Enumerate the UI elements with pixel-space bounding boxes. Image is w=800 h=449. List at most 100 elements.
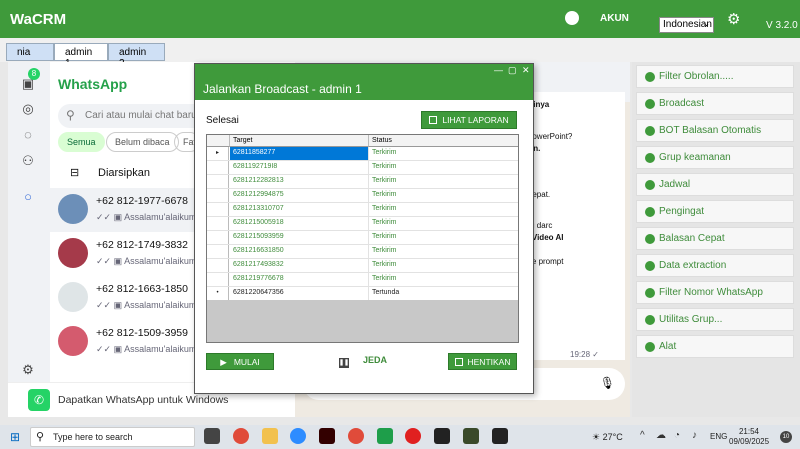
broadcast-grid[interactable]: Target Status ▸ 62811858277 Terkirim 628… xyxy=(206,134,519,343)
close-icon[interactable]: ✕ xyxy=(522,65,530,76)
chrome-icon[interactable] xyxy=(233,428,249,444)
status-cell[interactable]: Terkirim xyxy=(369,175,518,188)
status-cell[interactable]: Terkirim xyxy=(369,245,518,258)
table-row[interactable]: 6281212994875 Terkirim xyxy=(207,189,518,203)
status-cell[interactable]: Terkirim xyxy=(369,161,518,174)
table-row[interactable]: 6281192719I8 Terkirim xyxy=(207,161,518,175)
archived-row[interactable]: ⊟ Diarsipkan xyxy=(70,166,150,179)
stop-button[interactable]: HENTIKAN xyxy=(448,353,517,370)
schedule-button[interactable]: Jadwal xyxy=(636,173,794,196)
row-selector[interactable] xyxy=(207,203,229,216)
row-selector[interactable] xyxy=(207,231,229,244)
show-hidden-icons[interactable]: ^ xyxy=(640,430,645,441)
table-row[interactable]: 6281216631850 Terkirim xyxy=(207,245,518,259)
target-cell[interactable]: 6281213310707 xyxy=(230,203,369,216)
windows-start-icon[interactable]: ⊞ xyxy=(10,431,22,443)
status-cell[interactable]: Terkirim xyxy=(369,217,518,230)
tab-nia[interactable]: nia xyxy=(6,43,54,61)
status-cell[interactable]: Terkirim xyxy=(369,147,518,160)
pause-button[interactable]: ❚❚ JEDA xyxy=(339,355,387,368)
task-view-icon[interactable] xyxy=(204,428,220,444)
target-cell[interactable]: 6281220647356 xyxy=(230,287,369,300)
row-selector[interactable]: • xyxy=(207,287,229,300)
capcut-icon-2[interactable] xyxy=(492,428,508,444)
opera-icon[interactable] xyxy=(405,428,421,444)
illustrator-icon[interactable] xyxy=(319,428,335,444)
target-cell[interactable]: 6281212994875 xyxy=(230,189,369,202)
filter-all-chip[interactable]: Semua xyxy=(58,132,105,152)
target-cell[interactable]: 6281192719I8 xyxy=(230,161,369,174)
target-cell[interactable]: 6281216631850 xyxy=(230,245,369,258)
table-row[interactable]: 6281212282813 Terkirim xyxy=(207,175,518,189)
auto-reply-bot-button[interactable]: BOT Balasan Otomatis xyxy=(636,119,794,142)
data-extraction-button[interactable]: Data extraction xyxy=(636,254,794,277)
row-selector[interactable] xyxy=(207,259,229,272)
column-header-status[interactable]: Status xyxy=(369,135,518,147)
account-button[interactable]: AKUN xyxy=(600,13,629,24)
row-selector[interactable] xyxy=(207,245,229,258)
settings-icon[interactable]: ⚙ xyxy=(20,362,36,378)
row-selector[interactable] xyxy=(207,189,229,202)
tools-button[interactable]: Alat xyxy=(636,335,794,358)
onedrive-icon[interactable]: ☁ xyxy=(656,430,666,441)
language-select[interactable]: Indonesian ⌄ xyxy=(659,17,714,33)
channels-icon[interactable]: ◌ xyxy=(20,127,36,143)
weather-widget[interactable]: ☀ 27°C xyxy=(592,432,623,443)
table-row[interactable]: 6281213310707 Terkirim xyxy=(207,203,518,217)
status-cell[interactable]: Terkirim xyxy=(369,259,518,272)
meta-ai-icon[interactable]: ○ xyxy=(20,189,36,205)
table-row[interactable]: 6281217493832 Terkirim xyxy=(207,259,518,273)
status-cell[interactable]: Terkirim xyxy=(369,203,518,216)
gear-icon[interactable]: ⚙ xyxy=(727,10,740,28)
start-button[interactable]: ▶ MULAI xyxy=(206,353,274,370)
notification-badge[interactable]: 10 xyxy=(780,431,792,443)
app-icon[interactable] xyxy=(463,428,479,444)
filter-unread-chip[interactable]: Belum dibaca xyxy=(106,132,179,152)
clock[interactable]: 21:54 09/09/2025 xyxy=(729,427,769,447)
tab-admin-1[interactable]: admin 1 xyxy=(54,43,108,69)
input-language[interactable]: ENG xyxy=(710,432,727,441)
tab-admin-2[interactable]: admin 2 xyxy=(108,43,165,69)
column-header-target[interactable]: Target xyxy=(230,135,369,147)
status-cell[interactable]: Terkirim xyxy=(369,189,518,202)
row-selector[interactable] xyxy=(207,217,229,230)
status-cell[interactable]: Terkirim xyxy=(369,231,518,244)
status-cell[interactable]: Tertunda xyxy=(369,287,518,300)
reminder-button[interactable]: Pengingat xyxy=(636,200,794,223)
target-cell[interactable]: 6281215093959 xyxy=(230,231,369,244)
file-explorer-icon[interactable] xyxy=(262,428,278,444)
target-cell[interactable]: 6281212282813 xyxy=(230,175,369,188)
spreadsheet-icon[interactable] xyxy=(377,428,393,444)
chrome-profile-icon[interactable] xyxy=(348,428,364,444)
target-cell[interactable]: 6281217493832 xyxy=(230,259,369,272)
communities-icon[interactable]: ⚇ xyxy=(20,153,36,169)
filter-chats-button[interactable]: Filter Obrolan..... xyxy=(636,65,794,88)
table-row[interactable]: 6281215093959 Terkirim xyxy=(207,231,518,245)
wifi-icon[interactable]: ◔ xyxy=(674,430,680,441)
taskbar-search-input[interactable]: ⚲ Type here to search xyxy=(30,427,195,447)
quick-reply-button[interactable]: Balasan Cepat xyxy=(636,227,794,250)
filter-whatsapp-number-button[interactable]: Filter Nomor WhatsApp xyxy=(636,281,794,304)
view-report-button[interactable]: LIHAT LAPORAN xyxy=(421,111,517,129)
target-cell[interactable]: 6281215005918 xyxy=(230,217,369,230)
maximize-icon[interactable]: ▢ xyxy=(508,65,517,76)
table-row-new[interactable]: • 6281220647356 Tertunda xyxy=(207,287,518,301)
row-selector[interactable] xyxy=(207,161,229,174)
row-selector[interactable] xyxy=(207,175,229,188)
group-utilities-button[interactable]: Utilitas Grup... xyxy=(636,308,794,331)
status-icon[interactable]: ◎ xyxy=(20,101,36,117)
target-cell[interactable]: 62811858277 xyxy=(230,147,369,160)
volume-icon[interactable]: ♪ xyxy=(692,430,697,441)
minimize-icon[interactable]: — xyxy=(494,65,503,75)
microphone-icon[interactable]: 🎙 xyxy=(600,376,615,390)
row-selector[interactable]: ▸ xyxy=(207,147,229,160)
table-row[interactable]: 6281215005918 Terkirim xyxy=(207,217,518,231)
table-row[interactable]: ▸ 62811858277 Terkirim xyxy=(207,147,518,161)
group-security-button[interactable]: Grup keamanan xyxy=(636,146,794,169)
status-cell[interactable]: Terkirim xyxy=(369,273,518,286)
table-row[interactable]: 6281219776678 Terkirim xyxy=(207,273,518,287)
capcut-icon[interactable] xyxy=(434,428,450,444)
zoom-icon[interactable] xyxy=(290,428,306,444)
whatsapp-icon[interactable] xyxy=(565,11,579,25)
target-cell[interactable]: 6281219776678 xyxy=(230,273,369,286)
